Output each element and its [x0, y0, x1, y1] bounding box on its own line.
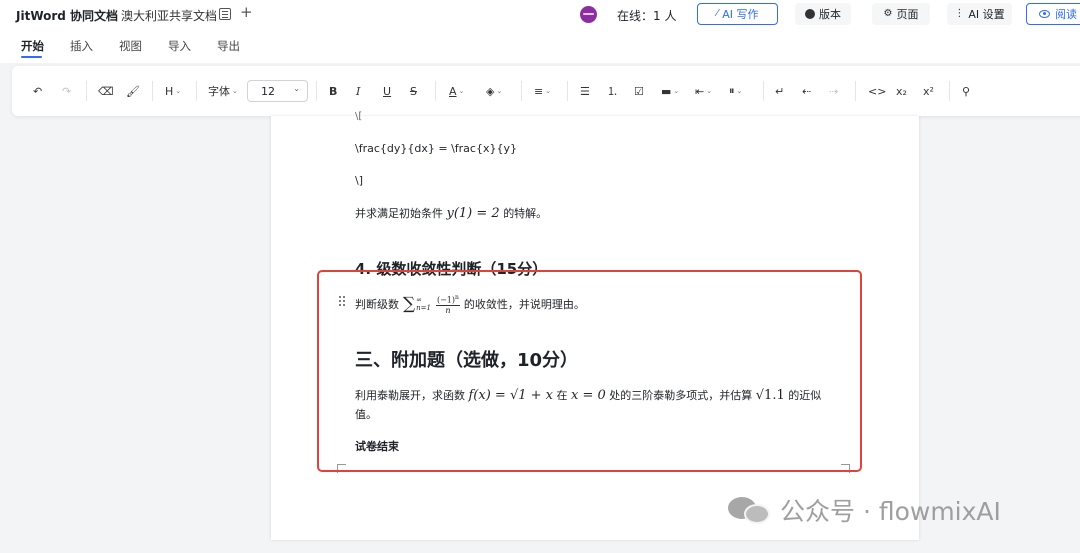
eraser-icon[interactable]: ⌫: [98, 83, 114, 99]
paint-bucket-icon: ◈: [486, 84, 495, 98]
code-button[interactable]: <>: [868, 83, 886, 99]
latex-open-bracket: \[: [355, 111, 363, 122]
watermark: 公众号 · flowmixAI: [728, 493, 1001, 527]
add-document-icon[interactable]: +: [240, 4, 253, 20]
tab-export[interactable]: 导出: [217, 38, 240, 54]
chevron-down-icon: ⌄: [175, 87, 182, 95]
underline-button[interactable]: U: [383, 83, 391, 99]
text-color-icon: A: [449, 84, 457, 98]
font-family-select[interactable]: 字体 ⌄: [208, 83, 238, 99]
condition-suffix: 的特解。: [503, 207, 548, 220]
line-height-icon: ▬: [661, 84, 672, 98]
toolbar-divider: [152, 81, 153, 101]
indent-button[interactable]: ⇤ ⌄: [695, 83, 712, 99]
toolbar-divider: [763, 81, 764, 101]
toolbar-divider: [316, 81, 317, 101]
format-painter-icon[interactable]: 🖌: [126, 83, 140, 99]
page-label: 页面: [896, 8, 919, 21]
read-mode-button[interactable]: 阅读: [1026, 3, 1080, 25]
read-label: 阅读: [1055, 8, 1077, 21]
top-bar: JitWord 协同文档 澳大利亚共享文档 + 在线：1 人 ⁄ AI 写作 版…: [0, 0, 1080, 30]
gear-icon: ⚙: [883, 8, 893, 19]
history-icon: [805, 9, 815, 19]
tab-start[interactable]: 开始: [21, 38, 44, 54]
chevron-down-icon: ⌄: [293, 84, 300, 93]
tab-import[interactable]: 导入: [168, 38, 191, 54]
user-avatar[interactable]: [580, 6, 597, 23]
chevron-down-icon: ⌄: [706, 87, 713, 95]
version-button[interactable]: 版本: [795, 3, 851, 25]
toolbar-divider: [86, 81, 87, 101]
wrap-text-icon[interactable]: ↵: [775, 83, 784, 99]
latex-close-bracket: \]: [355, 174, 363, 187]
indent-right-icon[interactable]: ⇢: [829, 83, 838, 99]
strikethrough-button[interactable]: S: [410, 83, 417, 99]
active-tab-indicator: [21, 56, 42, 58]
online-count: 在线：1 人: [617, 9, 677, 23]
spacing-icon: ⏸: [729, 84, 735, 97]
tab-insert[interactable]: 插入: [70, 38, 93, 54]
align-button[interactable]: ≡ ⌄: [534, 83, 551, 99]
chevron-down-icon: ⌄: [496, 87, 503, 95]
magic-wand-icon: ⁄: [716, 8, 719, 19]
outdent-icon[interactable]: ⇠: [802, 83, 811, 99]
tab-view[interactable]: 视图: [119, 38, 142, 54]
document-list-icon[interactable]: [219, 8, 231, 20]
ordered-list-icon[interactable]: ⒈: [607, 83, 618, 99]
italic-button[interactable]: I: [356, 83, 360, 99]
chevron-down-icon: ⌄: [673, 87, 680, 95]
font-family-label: 字体: [208, 85, 230, 98]
highlight-color-button[interactable]: ◈ ⌄: [486, 83, 502, 99]
initial-condition-paragraph: 并求满足初始条件 y(1) = 2 的特解。: [355, 205, 547, 221]
condition-prefix: 并求满足初始条件: [355, 207, 443, 220]
toolbar-divider: [435, 81, 436, 101]
document-title[interactable]: 澳大利亚共享文档: [121, 7, 217, 24]
heading-label: H: [165, 84, 174, 98]
more-vertical-icon: ⋮: [954, 8, 965, 19]
font-size-select[interactable]: 12 ⌄: [247, 80, 308, 102]
formatting-toolbar: ↶ ↷ ⌫ 🖌 H ⌄ 字体 ⌄ 12 ⌄ B I U S A ⌄ ◈ ⌄ ≡ ⌄ ☰ ⒈…: [12, 66, 1080, 116]
highlight-annotation-box: [317, 270, 862, 472]
font-size-value: 12: [261, 84, 275, 98]
text-color-button[interactable]: A ⌄: [449, 83, 464, 99]
ai-write-label: AI 写作: [722, 8, 759, 21]
version-label: 版本: [819, 8, 841, 21]
toolbar-divider: [521, 81, 522, 101]
toolbar-divider: [567, 81, 568, 101]
ai-settings-button[interactable]: ⋮ AI 设置: [947, 3, 1012, 25]
ai-write-button[interactable]: ⁄ AI 写作: [697, 3, 778, 25]
menu-tabs: 开始 插入 视图 导入 导出: [0, 30, 1080, 63]
chevron-down-icon: ⌄: [736, 87, 743, 95]
search-icon[interactable]: ⚲: [962, 83, 970, 99]
bold-button[interactable]: B: [329, 83, 337, 99]
bullet-list-icon[interactable]: ☰: [580, 83, 590, 99]
toolbar-divider: [855, 81, 856, 101]
condition-math: y(1) = 2: [446, 206, 500, 221]
heading-select[interactable]: H ⌄: [165, 83, 181, 99]
undo-icon[interactable]: ↶: [33, 83, 42, 99]
indent-icon: ⇤: [695, 84, 705, 98]
app-title: JitWord 协同文档: [16, 9, 119, 23]
ai-settings-label: AI 设置: [968, 8, 1005, 21]
eye-icon: [1039, 10, 1050, 18]
watermark-text: 公众号 · flowmixAI: [780, 497, 1001, 526]
toolbar-divider: [949, 81, 950, 101]
redo-icon[interactable]: ↷: [62, 83, 71, 99]
superscript-button[interactable]: x²: [923, 83, 934, 99]
latex-equation-line: \frac{dy}{dx} = \frac{x}{y}: [355, 142, 517, 155]
toolbar-divider: [196, 81, 197, 101]
subscript-button[interactable]: x₂: [896, 83, 907, 99]
wechat-logo-icon: [728, 495, 772, 525]
task-list-icon[interactable]: ☑: [634, 83, 644, 99]
line-height-button[interactable]: ▬ ⌄: [661, 83, 679, 99]
spacing-button[interactable]: ⏸ ⌄: [729, 83, 742, 99]
page-settings-button[interactable]: ⚙ 页面: [872, 3, 930, 25]
align-left-icon: ≡: [534, 84, 544, 98]
chevron-down-icon: ⌄: [232, 87, 238, 95]
chevron-down-icon: ⌄: [545, 87, 552, 95]
chevron-down-icon: ⌄: [458, 87, 465, 95]
